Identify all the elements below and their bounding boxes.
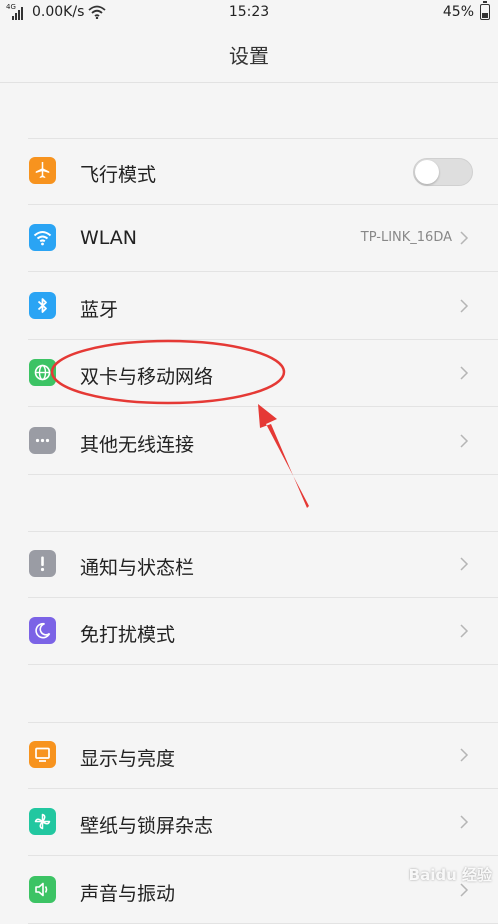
watermark: Baidu 经验	[408, 866, 492, 884]
globe-icon	[29, 359, 56, 386]
speaker-icon	[29, 876, 56, 903]
row-divider	[28, 664, 498, 665]
chevron-right-icon	[460, 366, 469, 380]
pinwheel-icon	[29, 808, 56, 835]
status-time: 15:23	[228, 4, 270, 20]
chevron-right-icon	[460, 231, 469, 245]
settings-row-airplane[interactable]: 飞行模式	[0, 138, 498, 205]
chevron-right-icon	[460, 299, 469, 313]
settings-row-label: 免打扰模式	[80, 624, 176, 646]
chevron-right-icon	[460, 434, 469, 448]
chevron-right-icon	[460, 557, 469, 571]
settings-group: 通知与状态栏 免打扰模式	[0, 531, 498, 666]
status-right: 45%	[442, 1, 490, 20]
header-divider	[0, 82, 498, 83]
settings-row-label: 壁纸与锁屏杂志	[80, 815, 214, 837]
settings-row-label: 蓝牙	[80, 299, 119, 321]
row-divider	[28, 406, 498, 407]
settings-row-label: 双卡与移动网络	[80, 366, 214, 388]
settings-row-notifications[interactable]: 通知与状态栏	[0, 531, 498, 598]
chevron-right-icon	[460, 815, 469, 829]
airplane-icon	[29, 157, 56, 184]
row-divider	[28, 271, 498, 272]
chevron-right-icon	[460, 748, 469, 762]
settings-row-label: WLAN	[80, 227, 138, 249]
settings-row-label: 通知与状态栏	[80, 557, 195, 579]
status-bar: 4G 0.00K/s 15:23 45%	[0, 0, 498, 24]
chevron-right-icon	[460, 624, 469, 638]
monitor-icon	[29, 741, 56, 768]
row-divider	[28, 855, 498, 856]
settings-row-wlan[interactable]: WLAN TP-LINK_16DA	[0, 205, 498, 272]
settings-row-wallpaper[interactable]: 壁纸与锁屏杂志	[0, 789, 498, 856]
wifi-icon	[29, 224, 56, 251]
battery-icon	[480, 1, 490, 20]
settings-row-other-wireless[interactable]: 其他无线连接	[0, 408, 498, 475]
row-divider	[28, 474, 498, 475]
settings-group: 显示与亮度壁纸与锁屏杂志 声音与振动	[0, 722, 498, 924]
settings-row-value: TP-LINK_16DA	[360, 230, 452, 245]
settings-row-label: 飞行模式	[80, 164, 157, 186]
moon-icon	[29, 617, 56, 644]
page-title: 设置	[229, 44, 269, 68]
settings-row-label: 其他无线连接	[80, 434, 195, 456]
bluetooth-icon	[29, 292, 56, 319]
settings-row-do-not-disturb[interactable]: 免打扰模式	[0, 598, 498, 665]
settings-row-dual-sim[interactable]: 双卡与移动网络	[0, 340, 498, 407]
toggle-knob	[415, 160, 439, 184]
settings-row-bluetooth[interactable]: 蓝牙	[0, 273, 498, 340]
settings-row-label: 声音与振动	[80, 883, 176, 905]
battery-percent: 45%	[442, 4, 474, 20]
airplane-mode-toggle[interactable]	[413, 158, 473, 186]
settings-group: 飞行模式 WLAN TP-LINK_16DA 蓝牙双卡与移动网络 其他无线连接	[0, 138, 498, 475]
settings-row-display[interactable]: 显示与亮度	[0, 722, 498, 789]
exclamation-icon	[29, 550, 56, 577]
more-icon	[29, 427, 56, 454]
settings-row-label: 显示与亮度	[80, 748, 176, 770]
